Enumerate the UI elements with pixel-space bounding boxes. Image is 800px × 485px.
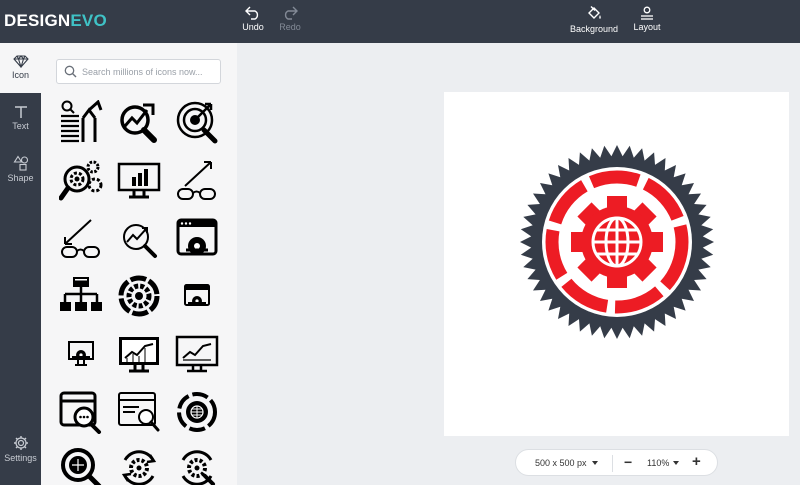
- sitemap-icon: [60, 277, 102, 311]
- sidebar-item-label: Shape: [7, 173, 34, 183]
- sidebar-item-shape[interactable]: Shape: [0, 143, 41, 191]
- icon-globe-magnifier[interactable]: [58, 445, 104, 485]
- sidebar-item-label: Icon: [11, 70, 29, 80]
- gear-cycle-icon: [121, 450, 157, 485]
- gear-cycle-search-icon: [181, 450, 215, 485]
- sidebar-item-label: Settings: [4, 453, 37, 463]
- chevron-down-icon[interactable]: [673, 461, 679, 465]
- zoom-level-dropdown[interactable]: 110%: [647, 458, 669, 468]
- gear-ring-icon: [118, 275, 160, 317]
- zoom-out-button[interactable]: −: [624, 454, 632, 470]
- shapes-icon: [12, 155, 28, 171]
- monitor-line-chart-icon: [119, 337, 159, 373]
- redo-button[interactable]: Redo: [260, 6, 320, 32]
- glasses-rising-arrow-icon: [177, 161, 216, 200]
- monitor-bar-chart-icon: [117, 162, 161, 199]
- canvas-zoom-bar: 500 x 500 px − 110% +: [515, 449, 718, 476]
- left-sidebar: Icon Text Shape Settings: [0, 43, 41, 485]
- globe-magnifier-icon: [61, 448, 102, 485]
- icon-gear-ring[interactable]: [116, 273, 162, 319]
- icon-browser-gear[interactable]: [174, 215, 220, 261]
- icon-search-box: [56, 59, 221, 84]
- badge-globe-shape: [591, 216, 643, 268]
- icon-monitor-gear[interactable]: [58, 331, 104, 377]
- background-label: Background: [569, 24, 619, 34]
- gear-icon: [13, 436, 28, 450]
- layout-button[interactable]: Layout: [617, 6, 677, 32]
- globe-gear-ring-icon: [177, 392, 217, 432]
- canvas-size-dropdown[interactable]: 500 x 500 px: [535, 458, 587, 468]
- gear-search-icon: [59, 160, 103, 201]
- glasses-falling-arrow-icon: [61, 219, 100, 258]
- browser-gear-small-icon: [184, 284, 210, 306]
- icon-globe-gear-ring[interactable]: [174, 389, 220, 435]
- target-magnifier-icon: [176, 101, 218, 144]
- icon-target-magnifier[interactable]: [174, 99, 220, 145]
- app-logo[interactable]: DESIGNEVO: [4, 11, 107, 31]
- globe-gear-badge-icon[interactable]: [444, 92, 789, 436]
- text-t-icon: [14, 106, 27, 118]
- icon-gear-search[interactable]: [58, 157, 104, 203]
- layout-label: Layout: [633, 22, 661, 32]
- redo-label: Redo: [279, 22, 301, 32]
- zoom-in-button[interactable]: +: [692, 453, 701, 470]
- top-bar: DESIGNEVO Undo Redo Background Layout: [0, 0, 800, 43]
- icon-gear-cycle[interactable]: [116, 445, 162, 485]
- icon-browser-chat-search[interactable]: [58, 389, 104, 435]
- paint-bucket-icon: [588, 6, 601, 19]
- sidebar-item-label: Text: [12, 121, 29, 131]
- search-growth-arrow-icon: [61, 100, 103, 143]
- monitor-line-chart-outline-icon: [175, 335, 219, 373]
- browser-search-icon: [118, 392, 160, 432]
- icon-search-input[interactable]: [82, 63, 217, 81]
- icon-magnifier-trend-outline[interactable]: [116, 215, 162, 261]
- logo-text-evo: EVO: [70, 11, 107, 30]
- logo-text-design: DESIGN: [4, 11, 71, 30]
- redo-icon: [284, 6, 298, 20]
- magnifier-trend-outline-icon: [123, 224, 157, 258]
- icon-glasses-rising-arrow[interactable]: [174, 157, 220, 203]
- icon-browser-search[interactable]: [116, 389, 162, 435]
- monitor-gear-icon: [68, 341, 94, 366]
- sidebar-item-text[interactable]: Text: [0, 93, 41, 141]
- icon-panel: [41, 43, 237, 485]
- undo-icon: [245, 6, 259, 20]
- sidebar-item-settings[interactable]: Settings: [0, 431, 41, 479]
- icon-browser-gear-small[interactable]: [174, 273, 220, 319]
- icon-glasses-falling-arrow[interactable]: [58, 215, 104, 261]
- diamond-icon: [12, 55, 29, 68]
- icon-magnifier-trend[interactable]: [116, 99, 162, 145]
- browser-gear-icon: [176, 218, 218, 256]
- sidebar-item-icon[interactable]: Icon: [0, 43, 41, 93]
- icon-monitor-line-chart[interactable]: [116, 331, 162, 377]
- magnifier-trend-icon: [120, 103, 157, 143]
- design-artboard[interactable]: [444, 92, 789, 436]
- layout-icon: [641, 6, 653, 20]
- browser-chat-search-icon: [59, 391, 101, 434]
- icon-gear-cycle-search[interactable]: [174, 445, 220, 485]
- icon-sitemap[interactable]: [58, 273, 104, 319]
- icon-monitor-bar-chart[interactable]: [116, 157, 162, 203]
- chevron-down-icon[interactable]: [592, 461, 598, 465]
- zoom-divider: [612, 455, 613, 472]
- icon-monitor-line-chart-outline[interactable]: [174, 331, 220, 377]
- background-button[interactable]: Background: [564, 6, 624, 34]
- search-icon: [64, 65, 77, 78]
- icon-search-growth-arrow[interactable]: [58, 99, 104, 145]
